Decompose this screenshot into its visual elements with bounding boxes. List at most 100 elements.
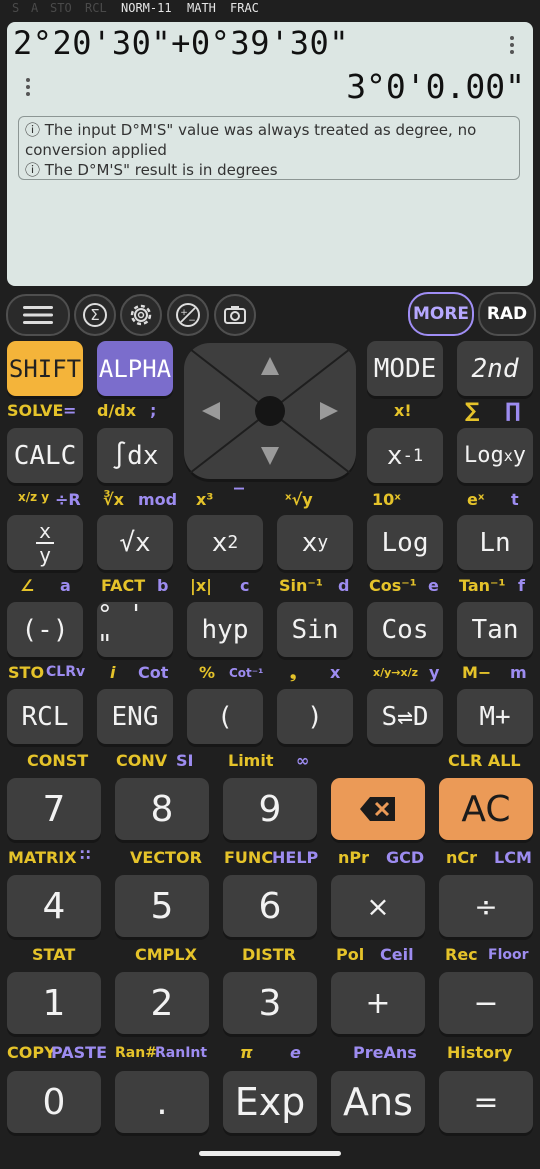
equals-key[interactable]: = (439, 1071, 533, 1133)
fact-label: FACT (101, 576, 146, 595)
right-paren-key[interactable]: ) (277, 689, 353, 744)
backspace-icon (360, 797, 395, 821)
var-y-label: y (429, 663, 440, 682)
var-c-label: c (240, 576, 250, 595)
menu-button[interactable] (6, 294, 70, 336)
const-label: CONST (27, 751, 89, 770)
ten-power-label: 10ˣ (372, 490, 401, 509)
angle-label: ∠ (20, 576, 35, 595)
solve-label: SOLVE (7, 401, 64, 420)
digit-1-key[interactable]: 1 (7, 972, 101, 1034)
svg-text:Σ: Σ (90, 306, 99, 324)
digit-0-key[interactable]: 0 (7, 1071, 101, 1133)
matrix-label: MATRIX (8, 848, 77, 867)
calc-key[interactable]: CALC (7, 428, 83, 483)
cube-root-label: ∛x (103, 490, 124, 509)
indicator-rcl: RCL (85, 1, 107, 15)
hyp-key[interactable]: hyp (187, 602, 263, 657)
digit-8-key[interactable]: 8 (115, 778, 209, 840)
m-plus-key[interactable]: M+ (457, 689, 533, 744)
conv-label: CONV (116, 751, 168, 770)
expression-menu-icon[interactable] (509, 36, 515, 57)
sigma-label: ∑ (465, 398, 480, 422)
fraction-key[interactable]: x y (7, 515, 83, 570)
shift-key[interactable]: SHIFT (7, 341, 83, 396)
down-arrow-icon (261, 447, 279, 465)
digit-5-key[interactable]: 5 (115, 875, 209, 937)
decimal-point-key[interactable]: . (115, 1071, 209, 1133)
digit-6-key[interactable]: 6 (223, 875, 317, 937)
second-key[interactable]: 2nd (457, 341, 533, 396)
infinity-label: ∞ (296, 751, 310, 770)
ans-key[interactable]: Ans (331, 1071, 425, 1133)
all-clear-key[interactable]: AC (439, 778, 533, 840)
vector-label: VECTOR (130, 848, 202, 867)
mod-label: mod (138, 490, 178, 509)
negate-key[interactable]: (-) (7, 602, 83, 657)
digit-7-key[interactable]: 7 (7, 778, 101, 840)
settings-button[interactable] (120, 294, 162, 336)
info-notes: ⓘ The input D°M'S" value was always trea… (18, 116, 520, 180)
log-base-key[interactable]: Log x y (457, 428, 533, 483)
cos-key[interactable]: Cos (367, 602, 443, 657)
minus-key[interactable]: − (439, 972, 533, 1034)
info-note: ⓘ The D°M'S" result is in degrees (25, 161, 278, 179)
digit-4-key[interactable]: 4 (7, 875, 101, 937)
distr-label: DISTR (242, 945, 296, 964)
copy-label: COPY (7, 1043, 56, 1062)
var-b-label: b (157, 576, 169, 595)
digit-2-key[interactable]: 2 (115, 972, 209, 1034)
up-arrow-icon (261, 357, 279, 375)
camera-button[interactable] (214, 294, 256, 336)
more-button[interactable]: MORE (408, 292, 474, 336)
ln-key[interactable]: Ln (457, 515, 533, 570)
square-key[interactable]: x2 (187, 515, 263, 570)
sqrt-key[interactable]: √x (97, 515, 173, 570)
dms-key[interactable]: ° ' " (97, 600, 173, 660)
cmplx-label: CMPLX (135, 945, 197, 964)
divide-key[interactable]: ÷ (439, 875, 533, 937)
indicator-norm: NORM-11 (121, 1, 172, 15)
s-d-key[interactable]: S⇌D (367, 689, 443, 744)
result-menu-icon[interactable] (25, 78, 31, 99)
log-key[interactable]: Log (367, 515, 443, 570)
calculator-display[interactable]: 2°20'30"+0°39'30" 3°0'0.00" ⓘ The input … (7, 22, 533, 286)
acot-label: Cot⁻¹ (229, 666, 264, 680)
factorial-label: x! (394, 401, 412, 420)
comma-label: ❟ (290, 663, 297, 682)
exp-key[interactable]: Exp (223, 1071, 317, 1133)
frac-convert-label: x/y→x/z (373, 666, 419, 679)
t-label: t (511, 490, 519, 509)
func-label: FUNC (224, 848, 274, 867)
pre-ans-label: PreAns (353, 1043, 417, 1062)
digit-9-key[interactable]: 9 (223, 778, 317, 840)
rcl-key[interactable]: RCL (7, 689, 83, 744)
sum-button[interactable]: Σ (74, 294, 116, 336)
home-indicator[interactable] (199, 1151, 341, 1156)
plus-minus-button[interactable]: + − (167, 294, 209, 336)
tan-key[interactable]: Tan (457, 602, 533, 657)
quotient-remainder-label: ÷R (55, 490, 81, 509)
eng-key[interactable]: ENG (97, 689, 173, 744)
semicolon-label: ; (150, 401, 157, 420)
plus-key[interactable]: + (331, 972, 425, 1034)
digit-3-key[interactable]: 3 (223, 972, 317, 1034)
sin-key[interactable]: Sin (277, 602, 353, 657)
inverse-key[interactable]: x -1 (367, 428, 443, 483)
expression-line[interactable]: 2°20'30"+0°39'30" (13, 24, 349, 62)
result-line[interactable]: 3°0'0.00" (346, 67, 525, 106)
alpha-key[interactable]: ALPHA (97, 341, 173, 396)
gear-icon (130, 304, 152, 326)
limit-label: Limit (228, 751, 274, 770)
indicator-s: S (12, 1, 20, 15)
multiply-key[interactable]: × (331, 875, 425, 937)
integral-key[interactable]: ∫dx (97, 428, 173, 483)
power-key[interactable]: xy (277, 515, 353, 570)
backspace-key[interactable] (331, 778, 425, 840)
rad-button[interactable]: RAD (478, 292, 536, 336)
mode-key[interactable]: MODE (367, 341, 443, 396)
left-paren-key[interactable]: ( (187, 689, 263, 744)
lcm-label: LCM (494, 848, 532, 867)
direction-pad[interactable] (184, 343, 356, 479)
var-f-label: f (518, 576, 525, 595)
